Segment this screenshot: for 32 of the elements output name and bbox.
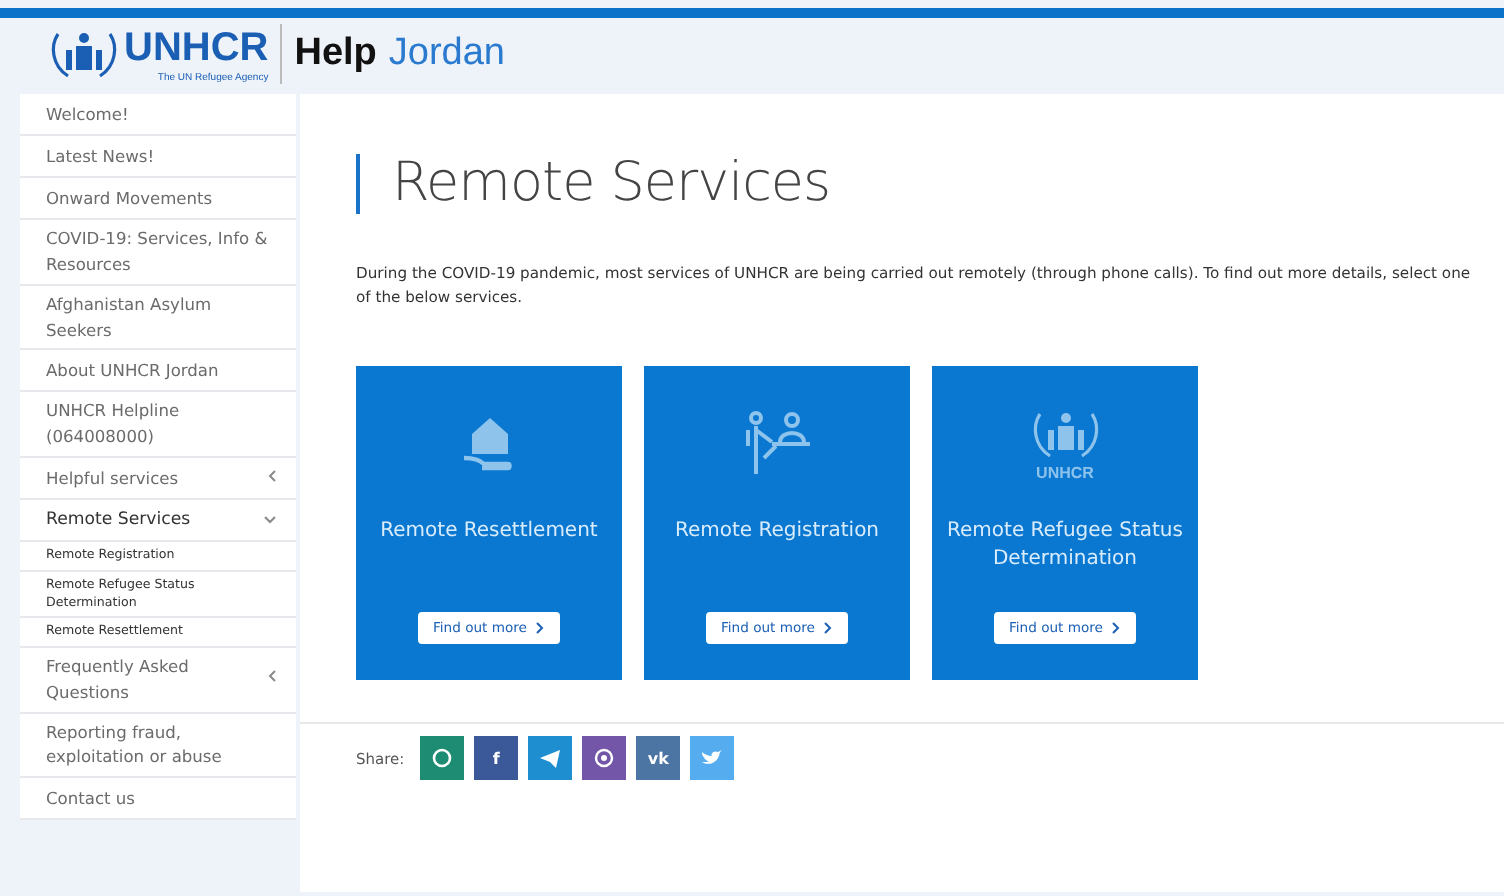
- sidebar-item[interactable]: Onward Movements: [20, 178, 296, 220]
- sidebar-item[interactable]: Afghanistan Asylum Seekers: [20, 285, 296, 351]
- share-button[interactable]: [420, 736, 465, 781]
- share-button[interactable]: [582, 736, 627, 781]
- sidebar-item[interactable]: Welcome!: [20, 94, 296, 136]
- sidebar-item[interactable]: COVID-19: Services, Info & Resources: [20, 220, 296, 286]
- share-button[interactable]: vk: [636, 736, 681, 781]
- sidebar-item[interactable]: About UNHCR Jordan: [20, 350, 296, 393]
- sidebar-item[interactable]: Contact us: [20, 778, 296, 821]
- card-title: Remote Refugee Status Determination: [945, 518, 1185, 575]
- bird-icon: [702, 750, 723, 767]
- sidebar-item[interactable]: Remote Services: [20, 500, 296, 543]
- sidebar-item[interactable]: Helpful services: [20, 458, 296, 501]
- share-button[interactable]: f: [474, 736, 519, 781]
- logo-text: UNHCR: [124, 25, 269, 71]
- chevron-right-icon: [536, 622, 545, 635]
- site-subtitle: Jordan: [388, 32, 506, 76]
- sidebar-item[interactable]: Frequently Asked Questions: [20, 647, 296, 714]
- chat-bubble-icon: [432, 748, 453, 769]
- chevron-right-icon: [1112, 622, 1121, 635]
- share-button[interactable]: [528, 736, 573, 781]
- site-title: Help: [294, 32, 377, 76]
- sidebar-item[interactable]: Reporting fraud, exploitation or abuse: [20, 713, 296, 779]
- paper-plane-icon: [540, 749, 561, 768]
- card-title: Remote Resettlement: [380, 518, 598, 547]
- chevron-right-icon: [824, 622, 833, 635]
- share-button[interactable]: [690, 736, 735, 781]
- sidebar-item[interactable]: UNHCR Helpline (064008000): [20, 392, 296, 459]
- card-logo-text: UNHCR: [1036, 464, 1094, 483]
- card-title: Remote Registration: [674, 518, 880, 547]
- sidebar-item[interactable]: Latest News!: [20, 136, 296, 178]
- page-title: Remote Services: [356, 154, 1488, 214]
